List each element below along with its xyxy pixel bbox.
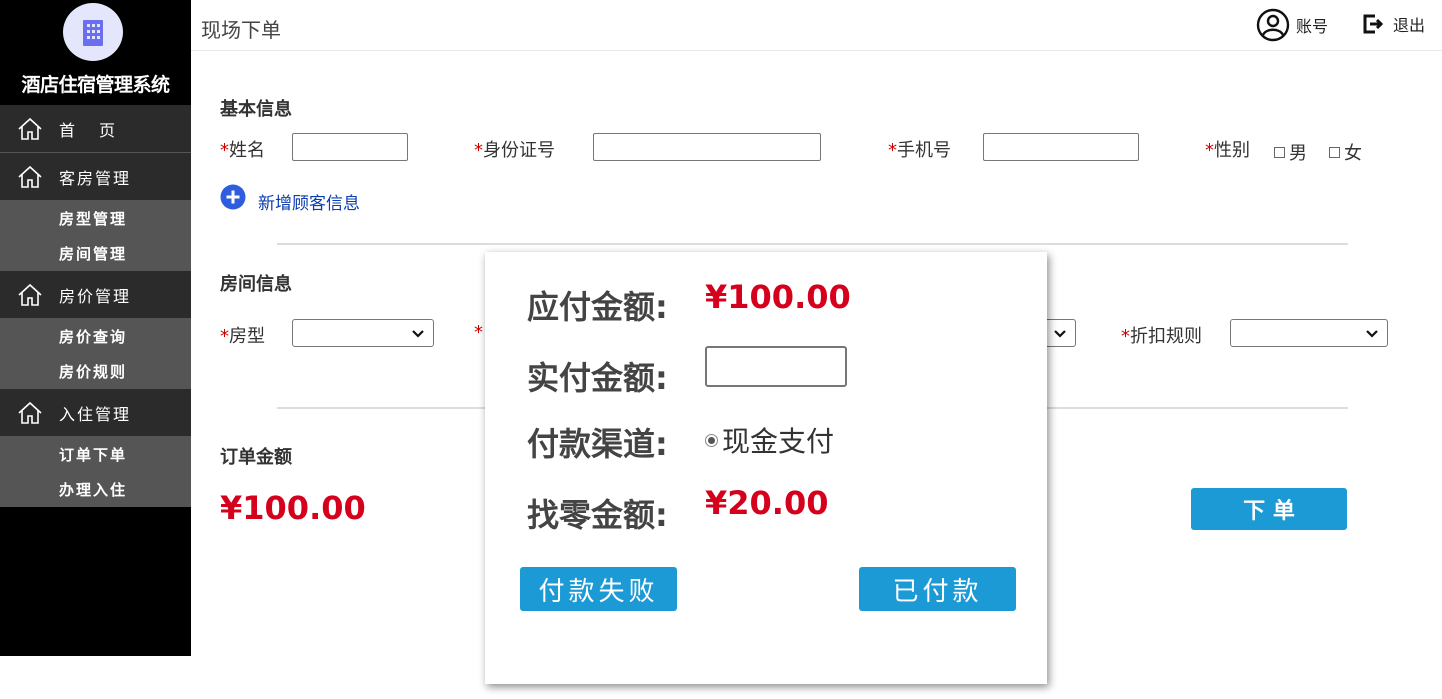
- gender-female-checkbox[interactable]: 女: [1329, 139, 1362, 165]
- paid-amount-label: 实付金额:: [527, 359, 668, 397]
- home-icon: [18, 165, 42, 188]
- chevron-down-icon: [1366, 330, 1378, 338]
- user-icon: [1256, 8, 1290, 42]
- account-label: 账号: [1296, 17, 1329, 36]
- home-icon: [18, 401, 42, 424]
- home-icon: [18, 117, 42, 140]
- divider: [277, 243, 1348, 245]
- payment-channel-label: 付款渠道:: [527, 425, 668, 463]
- logout-icon: [1363, 14, 1384, 34]
- name-label: *姓名: [220, 140, 265, 161]
- cash-payment-label: 现金支付: [722, 425, 835, 458]
- sidebar-group-prices[interactable]: 房价管理: [0, 271, 191, 319]
- sidebar-group-label: 客房管理: [59, 168, 132, 188]
- sidebar-item-price-rules[interactable]: 房价规则: [0, 354, 191, 389]
- logout-label: 退出: [1393, 16, 1426, 35]
- change-label: 找零金额:: [527, 496, 668, 534]
- basic-info-title: 基本信息: [220, 99, 292, 120]
- phone-input[interactable]: [983, 133, 1139, 161]
- paid-amount-input[interactable]: [705, 346, 847, 387]
- account-button[interactable]: 账号: [1256, 8, 1328, 42]
- home-icon: [18, 283, 42, 306]
- payment-dialog: 应付金额: ¥100.00 实付金额: 付款渠道: 现金支付 找零金额: ¥20…: [485, 252, 1047, 684]
- sidebar-item-home[interactable]: 首页: [0, 105, 191, 153]
- sidebar-group-label: 房价管理: [59, 286, 132, 306]
- gender-label: *性别: [1205, 140, 1250, 161]
- room-type-select[interactable]: [292, 319, 434, 347]
- chevron-down-icon: [1054, 330, 1066, 338]
- chevron-down-icon: [412, 330, 424, 338]
- cash-payment-radio[interactable]: 现金支付: [705, 420, 834, 460]
- sidebar-group-label: 入住管理: [59, 404, 132, 424]
- building-logo-icon: [63, 3, 123, 61]
- phone-label: *手机号: [888, 140, 951, 161]
- discount-select[interactable]: [1230, 319, 1388, 347]
- payment-failed-button[interactable]: 付款失败: [520, 567, 677, 611]
- sidebar-group-rooms[interactable]: 客房管理: [0, 153, 191, 201]
- logout-button[interactable]: 退出: [1361, 12, 1425, 36]
- checkbox-box: [1329, 147, 1340, 158]
- radio-selected-icon: [705, 433, 718, 447]
- id-number-input[interactable]: [593, 133, 821, 161]
- sidebar-item-label: 首页: [59, 120, 140, 140]
- gender-male-checkbox[interactable]: 男: [1274, 139, 1307, 165]
- place-order-button[interactable]: 下 单: [1191, 488, 1347, 530]
- order-amount-title: 订单金额: [220, 447, 292, 468]
- id-label: *身份证号: [474, 140, 555, 161]
- discount-label: *折扣规则: [1121, 326, 1202, 347]
- checkbox-box: [1274, 147, 1285, 158]
- app-title: 酒店住宿管理系统: [21, 74, 170, 96]
- sidebar-item-room-types[interactable]: 房型管理: [0, 201, 191, 236]
- sidebar-item-price-query[interactable]: 房价查询: [0, 319, 191, 354]
- order-amount-value: ¥100.00: [220, 489, 366, 527]
- sidebar-item-room-manage[interactable]: 房间管理: [0, 236, 191, 271]
- page-title: 现场下单: [201, 18, 281, 42]
- change-value: ¥20.00: [705, 484, 829, 522]
- room-info-title: 房间信息: [220, 274, 292, 295]
- payable-value: ¥100.00: [705, 278, 851, 316]
- name-input[interactable]: [292, 133, 408, 161]
- payable-label: 应付金额:: [527, 288, 668, 326]
- sidebar: 酒店住宿管理系统 首页 客房管理 房型管理 房间管理 房价管理 房价查询 房价规…: [0, 0, 191, 656]
- hidden-field-label: *: [474, 322, 483, 343]
- top-header: 现场下单 账号 退出: [191, 0, 1442, 51]
- sidebar-group-checkin[interactable]: 入住管理: [0, 389, 191, 437]
- room-type-label: *房型: [220, 326, 265, 347]
- sidebar-item-place-order[interactable]: 订单下单: [0, 437, 191, 472]
- sidebar-item-check-in[interactable]: 办理入住: [0, 472, 191, 507]
- payment-done-button[interactable]: 已付款: [859, 567, 1016, 611]
- sidebar-nav: 首页 客房管理 房型管理 房间管理 房价管理 房价查询 房价规则 入住管理 订单…: [0, 105, 191, 507]
- add-circle-icon[interactable]: [220, 184, 246, 210]
- add-customer-link[interactable]: 新增顾客信息: [258, 189, 360, 214]
